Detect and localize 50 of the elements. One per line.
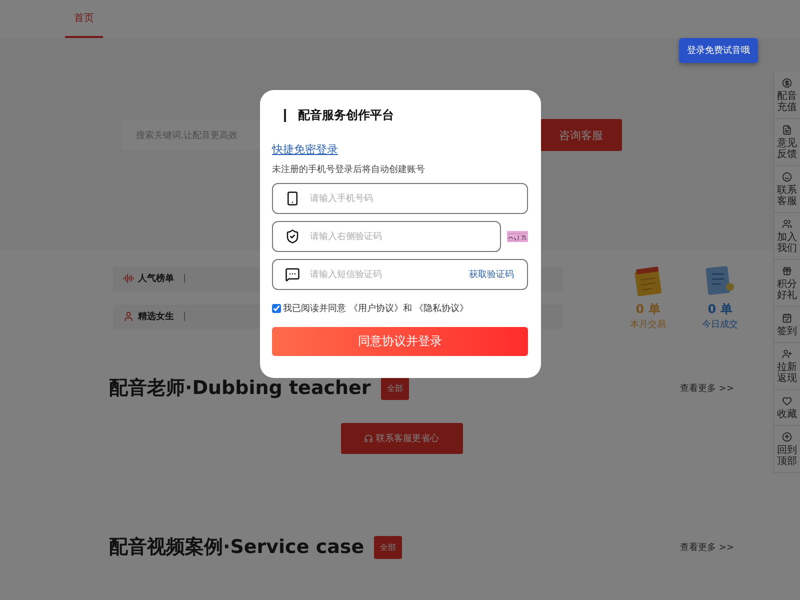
dialog-title: 配音服务创作平台 xyxy=(298,107,394,124)
section-title: 配音老师·Dubbing teacher xyxy=(109,376,371,401)
sidebar-item[interactable]: 联系客服 xyxy=(774,166,800,213)
view-more-link[interactable]: 查看更多 >> xyxy=(680,540,734,554)
sidebar-item[interactable]: 回到顶部 xyxy=(774,426,800,473)
message-icon xyxy=(285,267,300,282)
contact-button[interactable]: 联系客服更省心 xyxy=(340,423,462,454)
shield-check-icon xyxy=(285,229,300,244)
get-code-button[interactable]: 获取验证码 xyxy=(469,268,514,281)
sidebar-item[interactable]: 积分好礼 xyxy=(774,260,800,307)
calendar-drawing xyxy=(633,264,663,296)
phone-icon xyxy=(285,191,300,206)
agreement-text: 我已阅读并同意 《用户协议》和 《隐私协议》 xyxy=(283,302,469,315)
agree-checkbox[interactable] xyxy=(272,304,281,313)
sidebar-item[interactable]: 签到 xyxy=(774,307,800,343)
view-more-link[interactable]: 查看更多 >> xyxy=(680,382,734,394)
login-tooltip: 登录免费试音哦 xyxy=(679,38,758,63)
clipboard-drawing xyxy=(704,264,736,296)
sound-wave-icon xyxy=(123,273,134,284)
all-tag[interactable]: 全部 xyxy=(380,376,409,400)
input-field[interactable]: 请输入手机号码 xyxy=(272,183,528,214)
stat-label: 今日成交 xyxy=(702,318,738,330)
coin-icon xyxy=(782,78,792,88)
heart-icon xyxy=(782,396,792,406)
hint-text: 未注册的手机号登录后将自动创建账号 xyxy=(272,164,426,176)
ranking-label: 精选女生 xyxy=(138,310,174,323)
user-icon xyxy=(123,311,134,322)
section-title: 配音视频案例·Service case xyxy=(109,535,364,560)
document-icon xyxy=(782,125,792,135)
quick-login-link[interactable]: 快捷免密登录 xyxy=(272,142,338,157)
sidebar-item[interactable]: 意见反馈 xyxy=(774,119,800,166)
all-tag[interactable]: 全部 xyxy=(374,536,402,558)
stat-value: 0 单 xyxy=(708,300,732,318)
user-plus-icon xyxy=(782,349,792,359)
input-field[interactable]: 请输入右侧验证码 xyxy=(272,221,501,252)
stat-label: 本月交易 xyxy=(630,318,666,330)
calendar-check-icon xyxy=(782,313,792,323)
stat-value: 0 单 xyxy=(636,300,660,318)
sidebar-item[interactable]: 配音充值 xyxy=(774,72,800,119)
headset-icon xyxy=(364,434,373,443)
ranking-label: 人气榜单 xyxy=(138,272,174,285)
login-button[interactable]: 同意协议并登录 xyxy=(272,327,528,356)
people-icon xyxy=(782,219,792,229)
consult-button[interactable]: 咨询客服 xyxy=(540,119,622,151)
sidebar-item[interactable]: 收藏 xyxy=(774,390,800,426)
sidebar-item[interactable]: 加入我们 xyxy=(774,213,800,260)
face-icon xyxy=(782,172,792,182)
sidebar-item[interactable]: 拉新返现 xyxy=(774,343,800,390)
arrow-up-icon xyxy=(782,432,792,442)
gift-icon xyxy=(782,266,792,276)
